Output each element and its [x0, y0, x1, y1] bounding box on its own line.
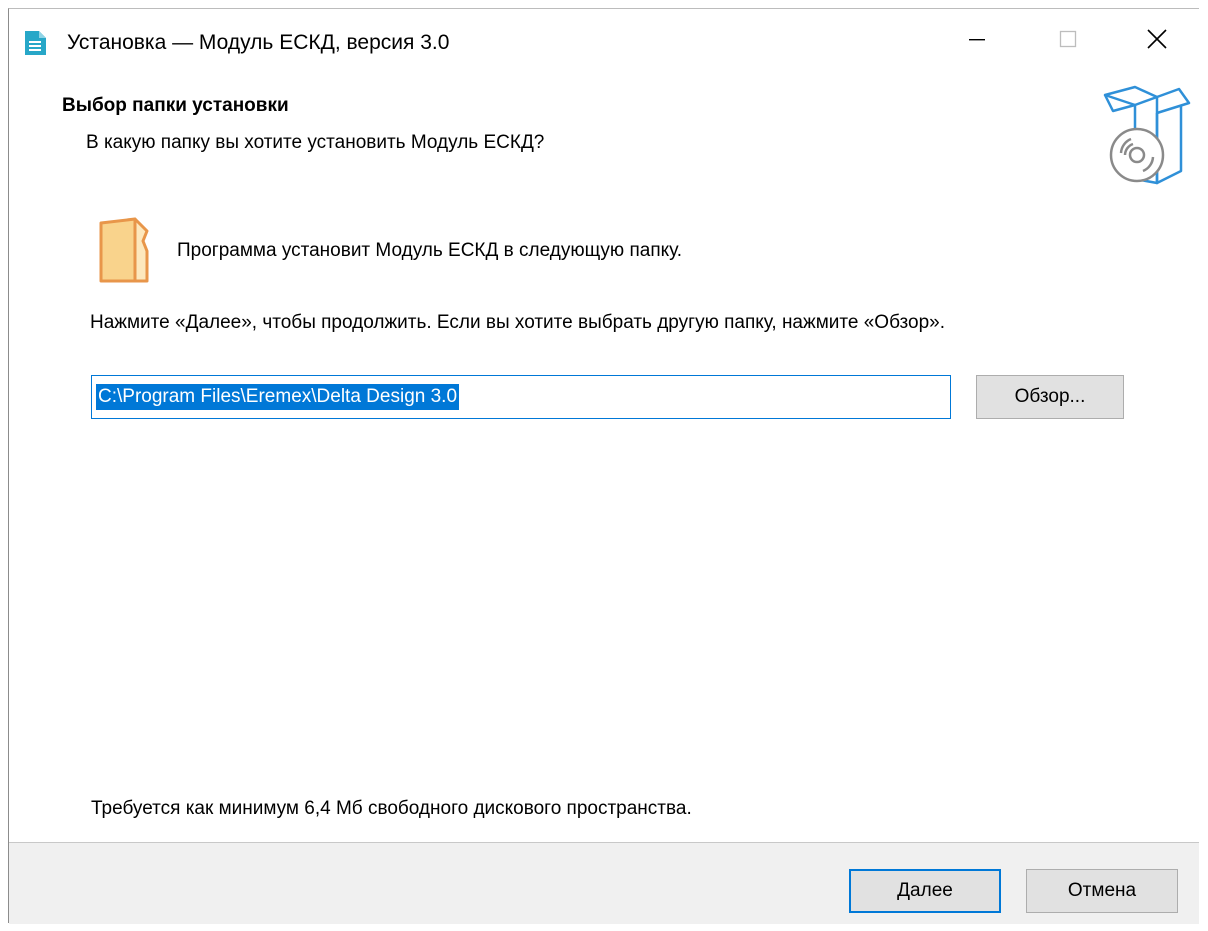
maximize-icon [1058, 29, 1078, 54]
minimize-button[interactable] [949, 17, 1005, 65]
install-path-input[interactable]: C:\Program Files\Eremex\Delta Design 3.0 [91, 375, 951, 419]
page-subtitle: В какую папку вы хотите установить Модул… [86, 132, 545, 153]
next-button[interactable]: Далее [849, 869, 1001, 913]
installer-window: Установка — Модуль ЕСКД, версия 3.0 Выбо… [8, 8, 1199, 924]
title-bar[interactable]: Установка — Модуль ЕСКД, версия 3.0 [9, 9, 1199, 73]
install-info-text: Программа установит Модуль ЕСКД в следую… [177, 240, 683, 261]
software-box-disc-icon [1095, 75, 1191, 187]
window-title: Установка — Модуль ЕСКД, версия 3.0 [67, 31, 450, 54]
minimize-icon [967, 29, 987, 54]
page-title: Выбор папки установки [62, 95, 289, 116]
maximize-button[interactable] [1040, 17, 1096, 65]
close-icon [1146, 28, 1168, 55]
setup-document-icon [24, 30, 47, 56]
folder-icon [97, 217, 153, 285]
close-button[interactable] [1129, 17, 1185, 65]
instruction-text: Нажмите «Далее», чтобы продолжить. Если … [90, 312, 946, 333]
browse-button[interactable]: Обзор... [976, 375, 1124, 419]
disk-space-text: Требуется как минимум 6,4 Мб свободного … [91, 798, 692, 819]
cancel-button[interactable]: Отмена [1026, 869, 1178, 913]
install-path-value: C:\Program Files\Eremex\Delta Design 3.0 [96, 384, 460, 410]
footer-bar: Далее Отмена [9, 842, 1199, 924]
